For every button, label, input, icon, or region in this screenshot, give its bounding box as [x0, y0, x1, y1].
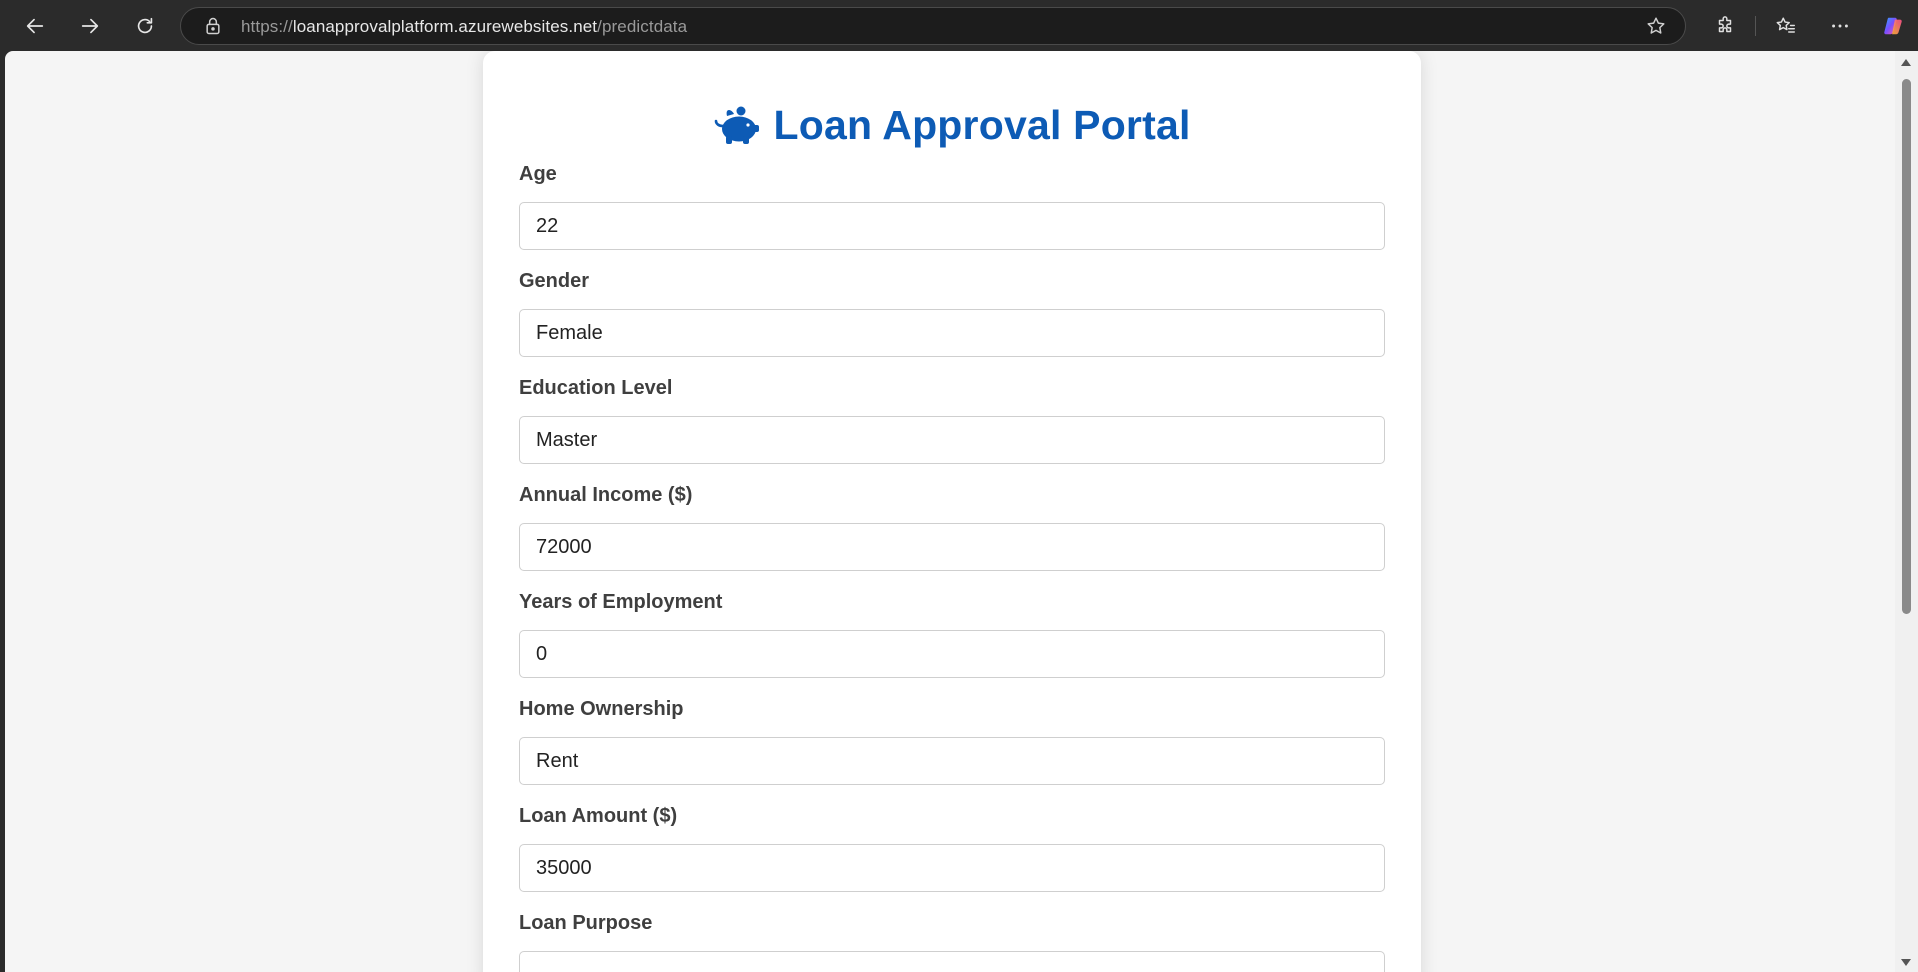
years-of-employment-label: Years of Employment [519, 591, 723, 613]
back-button[interactable] [17, 8, 53, 44]
browser-toolbar: https://loanapprovalplatform.azurewebsit… [0, 0, 1918, 51]
vertical-scrollbar[interactable] [1895, 51, 1918, 972]
favorite-star-icon[interactable] [1645, 15, 1667, 37]
extensions-button[interactable] [1709, 10, 1741, 42]
home-ownership-field: Home Ownership Rent [519, 694, 1385, 785]
loan-purpose-input[interactable] [519, 951, 1385, 972]
favorites-button[interactable] [1770, 10, 1802, 42]
age-field: Age 22 [519, 159, 1385, 250]
education-level-input[interactable]: Master [519, 416, 1385, 464]
copilot-icon [1884, 17, 1902, 35]
piggy-bank-icon [715, 106, 760, 144]
annual-income-input[interactable]: 72000 [519, 523, 1385, 571]
loan-amount-field: Loan Amount ($) 35000 [519, 801, 1385, 892]
page-title: Loan Approval Portal [773, 101, 1191, 148]
favorites-list-icon [1776, 17, 1795, 33]
url-scheme: https:// [241, 17, 293, 36]
loan-amount-label: Loan Amount ($) [519, 805, 678, 827]
page-viewport: Loan Approval Portal Age 22 Gender Femal… [5, 51, 1895, 972]
gender-label: Gender [519, 270, 590, 292]
copilot-button[interactable] [1877, 10, 1909, 42]
loan-amount-input[interactable]: 35000 [519, 844, 1385, 892]
address-bar[interactable]: https://loanapprovalplatform.azurewebsit… [180, 7, 1686, 45]
more-dots-icon [1832, 24, 1848, 28]
arrow-right-icon [81, 18, 99, 34]
age-input[interactable]: 22 [519, 202, 1385, 250]
gender-field: Gender Female [519, 266, 1385, 357]
loan-purpose-field: Loan Purpose [519, 908, 1385, 972]
url-host: loanapprovalplatform.azurewebsites.net [292, 17, 598, 36]
scrollbar-thumb[interactable] [1902, 79, 1911, 614]
url-path: /predictdata [597, 17, 688, 36]
page-header: Loan Approval Portal [483, 97, 1421, 153]
forward-button[interactable] [72, 8, 108, 44]
years-of-employment-field: Years of Employment 0 [519, 587, 1385, 678]
toolbar-divider [1755, 16, 1756, 36]
scroll-up-arrow-icon[interactable] [1901, 59, 1911, 66]
url-text[interactable]: https://loanapprovalplatform.azurewebsit… [241, 17, 687, 37]
age-label: Age [519, 163, 557, 185]
puzzle-icon [1718, 16, 1732, 33]
scroll-down-arrow-icon[interactable] [1901, 959, 1911, 966]
refresh-icon [137, 17, 153, 34]
annual-income-label: Annual Income ($) [519, 484, 693, 506]
home-ownership-label: Home Ownership [519, 698, 684, 720]
more-menu-button[interactable] [1824, 10, 1856, 42]
gender-input[interactable]: Female [519, 309, 1385, 357]
annual-income-field: Annual Income ($) 72000 [519, 480, 1385, 571]
lock-icon[interactable] [203, 16, 223, 36]
education-level-field: Education Level Master [519, 373, 1385, 464]
home-ownership-input[interactable]: Rent [519, 737, 1385, 785]
arrow-left-icon [26, 18, 44, 34]
education-level-label: Education Level [519, 377, 673, 399]
loan-form-card: Loan Approval Portal Age 22 Gender Femal… [483, 51, 1421, 972]
refresh-button[interactable] [127, 8, 163, 44]
years-of-employment-input[interactable]: 0 [519, 630, 1385, 678]
loan-purpose-label: Loan Purpose [519, 912, 653, 934]
